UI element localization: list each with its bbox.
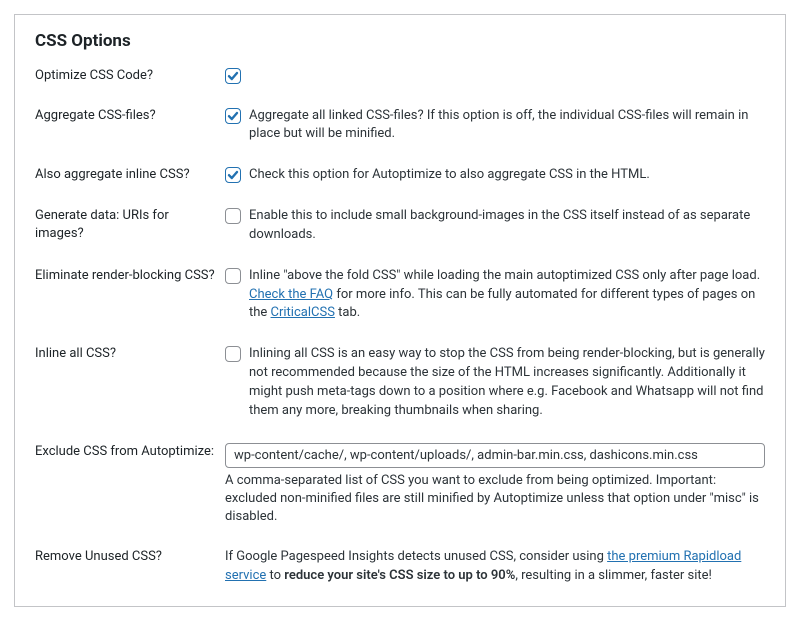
row-exclude-css: Exclude CSS from Autoptimize: A comma-se… (35, 443, 765, 527)
desc-render-blocking: Inline "above the fold CSS" while loadin… (249, 267, 765, 324)
row-optimize-css: Optimize CSS Code? (35, 67, 765, 85)
panel-title: CSS Options (35, 31, 765, 51)
bold-reduce: reduce your site's CSS size to up to 90% (284, 568, 515, 583)
checkbox-aggregate-inline[interactable] (225, 167, 241, 183)
text-segment: to (266, 568, 284, 583)
label-aggregate-css: Aggregate CSS-files? (35, 107, 225, 125)
text-segment: If Google Pagespeed Insights detects unu… (225, 549, 607, 564)
label-exclude-css: Exclude CSS from Autoptimize: (35, 443, 225, 461)
link-check-faq[interactable]: Check the FAQ (249, 287, 333, 302)
input-exclude-css[interactable] (225, 443, 765, 468)
label-aggregate-inline: Also aggregate inline CSS? (35, 166, 225, 184)
row-data-uris: Generate data: URIs for images? Enable t… (35, 207, 765, 245)
row-inline-all: Inline all CSS? Inlining all CSS is an e… (35, 345, 765, 420)
checkbox-data-uris[interactable] (225, 208, 241, 224)
check-icon (227, 169, 239, 181)
label-render-blocking: Eliminate render-blocking CSS? (35, 267, 225, 285)
text-segment: , resulting in a slimmer, faster site! (515, 568, 712, 583)
desc-remove-unused: If Google Pagespeed Insights detects unu… (225, 548, 765, 586)
row-remove-unused: Remove Unused CSS? If Google Pagespeed I… (35, 548, 765, 586)
row-render-blocking: Eliminate render-blocking CSS? Inline "a… (35, 267, 765, 324)
desc-aggregate-inline: Check this option for Autoptimize to als… (249, 166, 650, 185)
row-aggregate-css: Aggregate CSS-files? Aggregate all linke… (35, 107, 765, 145)
label-remove-unused: Remove Unused CSS? (35, 548, 225, 566)
check-icon (227, 110, 239, 122)
css-options-panel: CSS Options Optimize CSS Code? Aggregate… (14, 14, 786, 607)
checkbox-inline-all[interactable] (225, 346, 241, 362)
link-critical-css[interactable]: CriticalCSS (271, 305, 335, 320)
row-aggregate-inline: Also aggregate inline CSS? Check this op… (35, 166, 765, 185)
checkbox-aggregate-css[interactable] (225, 108, 241, 124)
label-inline-all: Inline all CSS? (35, 345, 225, 363)
checkbox-render-blocking[interactable] (225, 268, 241, 284)
checkbox-optimize-css[interactable] (225, 68, 241, 84)
label-data-uris: Generate data: URIs for images? (35, 207, 225, 242)
check-icon (227, 70, 239, 82)
desc-inline-all: Inlining all CSS is an easy way to stop … (249, 345, 765, 420)
desc-aggregate-css: Aggregate all linked CSS-files? If this … (249, 107, 765, 145)
text-segment: Inline "above the fold CSS" while loadin… (249, 268, 760, 283)
desc-data-uris: Enable this to include small background-… (249, 207, 765, 245)
help-exclude-css: A comma-separated list of CSS you want t… (225, 472, 765, 527)
text-segment: tab. (335, 305, 360, 320)
label-optimize-css: Optimize CSS Code? (35, 67, 225, 85)
